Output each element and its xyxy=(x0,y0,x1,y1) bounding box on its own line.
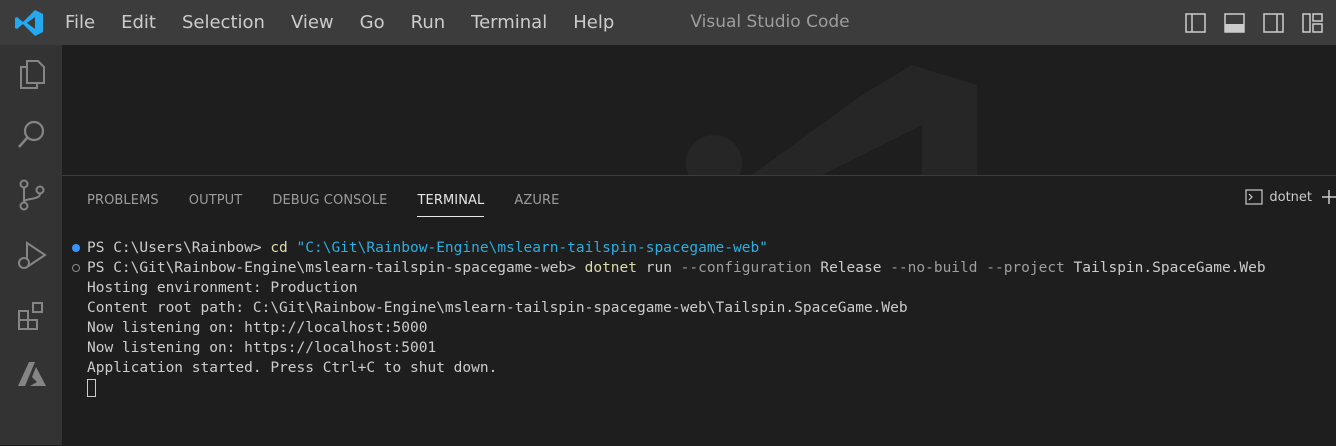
terminal-selector[interactable]: dotnet xyxy=(1245,189,1336,205)
command: dotnet xyxy=(584,260,637,276)
source-control-icon[interactable] xyxy=(15,178,49,212)
menu-help[interactable]: Help xyxy=(560,0,627,45)
command-param: --project xyxy=(986,260,1065,276)
layout-controls xyxy=(1182,11,1326,35)
tab-debug-console[interactable]: DEBUG CONSOLE xyxy=(257,176,402,226)
tab-terminal[interactable]: TERMINAL xyxy=(402,176,499,226)
prompt: PS C:\Git\Rainbow-Engine\mslearn-tailspi… xyxy=(87,260,585,276)
menu-selection[interactable]: Selection xyxy=(169,0,278,45)
search-icon[interactable] xyxy=(15,117,49,151)
toggle-primary-sidebar-icon[interactable] xyxy=(1182,11,1209,35)
terminal-name: dotnet xyxy=(1269,189,1312,205)
output-line: Content root path: C:\Git\Rainbow-Engine… xyxy=(87,300,908,316)
panel-tabs: PROBLEMS OUTPUT DEBUG CONSOLE TERMINAL A… xyxy=(72,176,574,226)
terminal-line-1: PS C:\Users\Rainbow> cd "C:\Git\Rainbow-… xyxy=(62,238,1336,258)
terminal-line-2: PS C:\Git\Rainbow-Engine\mslearn-tailspi… xyxy=(62,258,1336,278)
command-running-icon[interactable] xyxy=(72,264,80,272)
explorer-icon[interactable] xyxy=(15,57,49,91)
command-param: --no-build xyxy=(890,260,978,276)
command-arg: Tailspin.SpaceGame.Web xyxy=(1064,260,1266,276)
run-debug-icon[interactable] xyxy=(15,239,49,273)
toggle-panel-icon[interactable] xyxy=(1221,11,1248,35)
customize-layout-icon[interactable] xyxy=(1299,11,1326,35)
terminal-cursor xyxy=(87,379,96,397)
azure-icon[interactable] xyxy=(15,358,49,392)
terminal-output[interactable]: PS C:\Users\Rainbow> cd "C:\Git\Rainbow-… xyxy=(62,238,1336,398)
command-success-icon[interactable] xyxy=(72,244,80,252)
output-line: Now listening on: http://localhost:5000 xyxy=(87,320,428,336)
bottom-panel: PROBLEMS OUTPUT DEBUG CONSOLE TERMINAL A… xyxy=(62,175,1336,446)
command-arg: Release xyxy=(811,260,891,276)
new-terminal-icon[interactable] xyxy=(1322,190,1336,204)
window-title: Visual Studio Code xyxy=(690,12,850,32)
command-arg: run xyxy=(637,260,681,276)
output-line: Hosting environment: Production xyxy=(87,280,358,296)
title-bar: File Edit Selection View Go Run Terminal… xyxy=(0,0,1336,45)
menu-run[interactable]: Run xyxy=(398,0,459,45)
menu-bar: File Edit Selection View Go Run Terminal… xyxy=(52,0,627,45)
toggle-secondary-sidebar-icon[interactable] xyxy=(1260,11,1287,35)
tab-azure[interactable]: AZURE xyxy=(499,176,574,226)
tab-problems[interactable]: PROBLEMS xyxy=(72,176,174,226)
vscode-watermark-icon xyxy=(686,65,977,175)
terminal-icon xyxy=(1245,189,1263,205)
extensions-icon[interactable] xyxy=(15,299,49,333)
vscode-logo-icon xyxy=(15,10,43,36)
editor-area xyxy=(62,45,1336,175)
cursor-line xyxy=(62,378,1336,398)
tab-output[interactable]: OUTPUT xyxy=(174,176,258,226)
output-line: Now listening on: https://localhost:5001 xyxy=(87,340,437,356)
activity-bar xyxy=(0,45,62,445)
menu-file[interactable]: File xyxy=(52,0,108,45)
menu-view[interactable]: View xyxy=(278,0,347,45)
command-param: --configuration xyxy=(680,260,812,276)
menu-go[interactable]: Go xyxy=(347,0,398,45)
output-line: Application started. Press Ctrl+C to shu… xyxy=(87,360,498,376)
command: cd xyxy=(270,240,288,256)
menu-terminal[interactable]: Terminal xyxy=(458,0,560,45)
menu-edit[interactable]: Edit xyxy=(108,0,169,45)
prompt: PS C:\Users\Rainbow> xyxy=(87,240,271,256)
command-arg xyxy=(978,260,987,276)
command-argument: "C:\Git\Rainbow-Engine\mslearn-tailspin-… xyxy=(296,240,768,256)
